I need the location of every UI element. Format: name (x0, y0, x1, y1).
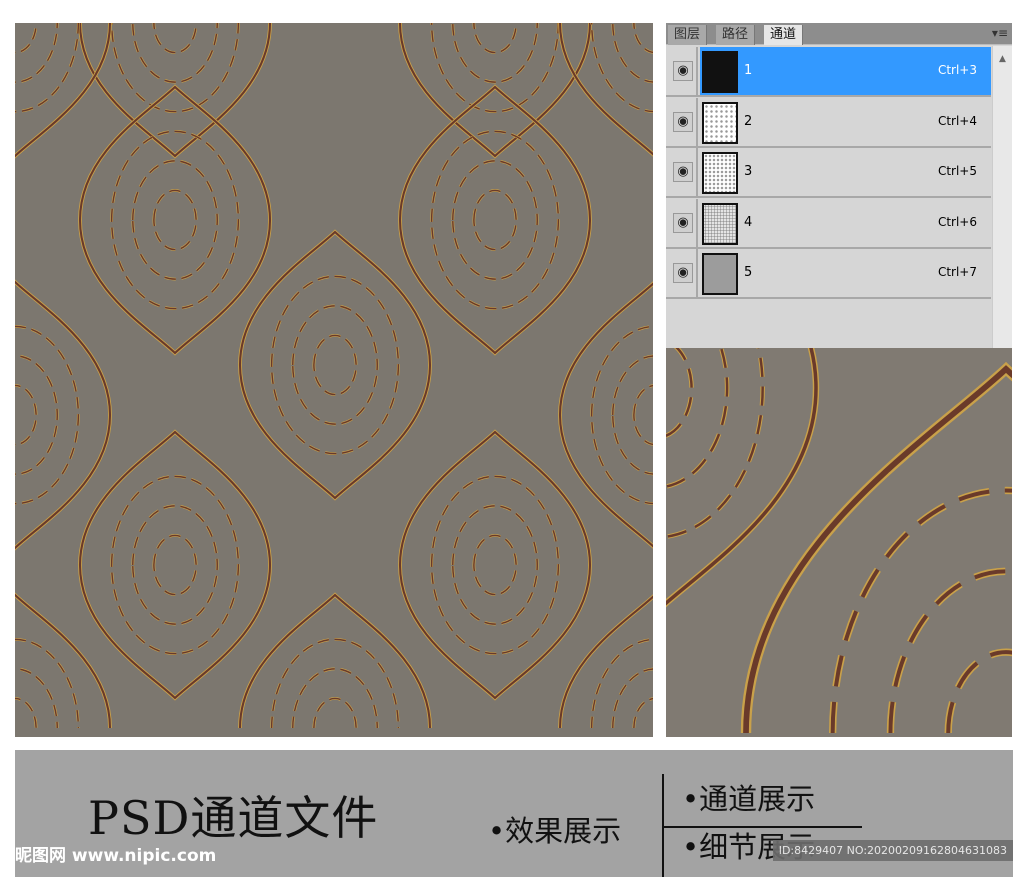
effect-preview-image (15, 23, 653, 737)
channel-name: 2 (744, 113, 753, 129)
channel-row[interactable]: ◉ 3 Ctrl+5 (666, 148, 991, 198)
visibility-toggle[interactable]: ◉ (666, 47, 698, 95)
visibility-toggle[interactable]: ◉ (666, 249, 698, 297)
channel-row[interactable]: ◉ 1 Ctrl+3 (666, 47, 991, 97)
channel-shortcut: Ctrl+7 (937, 265, 977, 279)
channel-label: •通道展示 (682, 782, 816, 816)
effect-label: •效果展示 (488, 814, 622, 848)
visibility-toggle[interactable]: ◉ (666, 148, 698, 196)
eye-icon: ◉ (673, 212, 693, 233)
channel-name: 1 (744, 63, 753, 78)
scrollbar[interactable]: ▲ (992, 46, 1012, 348)
divider-horizontal (662, 826, 862, 828)
damask-medallion (558, 23, 653, 157)
channel-thumbnail (702, 101, 738, 144)
damask-medallion (238, 592, 432, 729)
channel-row[interactable]: ◉ 2 Ctrl+4 (666, 97, 991, 148)
banner-title: PSD通道文件 (88, 791, 379, 845)
damask-medallion (398, 84, 592, 356)
damask-medallion (78, 429, 272, 701)
eye-icon: ◉ (673, 162, 693, 182)
channel-row[interactable]: ◉ 5 Ctrl+7 (666, 249, 991, 299)
watermark-logo: 昵图网 www.nipic.com (15, 846, 217, 866)
channel-shortcut: Ctrl+3 (937, 63, 977, 77)
visibility-toggle[interactable]: ◉ (666, 198, 698, 247)
channel-row-body[interactable]: 3 Ctrl+5 (700, 148, 991, 196)
panel-menu-icon[interactable]: ▾≡ (992, 26, 1008, 40)
damask-medallion (15, 23, 112, 159)
tab-channels[interactable]: 通道 (764, 25, 804, 45)
damask-medallion (78, 84, 272, 356)
channel-row-body[interactable]: 1 Ctrl+3 (700, 47, 991, 95)
channel-row-body[interactable]: 5 Ctrl+7 (700, 249, 991, 297)
damask-medallion (558, 594, 653, 729)
channel-name: 3 (744, 164, 753, 179)
eye-icon: ◉ (673, 61, 693, 81)
damask-medallion (740, 361, 1012, 734)
channel-shortcut: Ctrl+5 (937, 164, 977, 178)
channel-thumbnail (702, 51, 738, 93)
damask-medallion (238, 229, 432, 501)
tab-layers[interactable]: 图层 (668, 25, 708, 45)
visibility-toggle[interactable]: ◉ (666, 97, 698, 146)
channel-name: 5 (744, 265, 753, 280)
info-banner: PSD通道文件 •效果展示 •通道展示 •细节展示 昵图网 www.nipic.… (15, 750, 1013, 877)
detail-preview-image (666, 348, 1012, 737)
channel-row-body[interactable]: 4 Ctrl+6 (700, 199, 991, 247)
damask-medallion (398, 429, 592, 701)
damask-medallion (15, 592, 112, 729)
eye-icon: ◉ (673, 263, 693, 283)
channel-thumbnail (702, 152, 738, 194)
channels-panel: 图层 路径 通道 ▾≡ ◉ 1 Ctrl+3 ◉ 2 Ctrl+4 ◉ 3 Ctrl… (666, 23, 1012, 348)
channel-shortcut: Ctrl+4 (937, 113, 977, 128)
channel-shortcut: Ctrl+6 (937, 214, 977, 229)
eye-icon: ◉ (673, 111, 693, 132)
tab-paths[interactable]: 路径 (716, 25, 756, 45)
channel-row[interactable]: ◉ 4 Ctrl+6 (666, 198, 991, 249)
channel-row-body[interactable]: 2 Ctrl+4 (700, 98, 991, 146)
scroll-up-icon[interactable]: ▲ (993, 54, 1012, 64)
channel-thumbnail (702, 202, 738, 245)
channel-thumbnail (702, 253, 738, 295)
channel-name: 4 (744, 214, 753, 230)
image-id: ID:8429407 NO:20200209162804631083 (772, 840, 1013, 862)
panel-tabs: 图层 路径 通道 ▾≡ (666, 23, 1012, 45)
